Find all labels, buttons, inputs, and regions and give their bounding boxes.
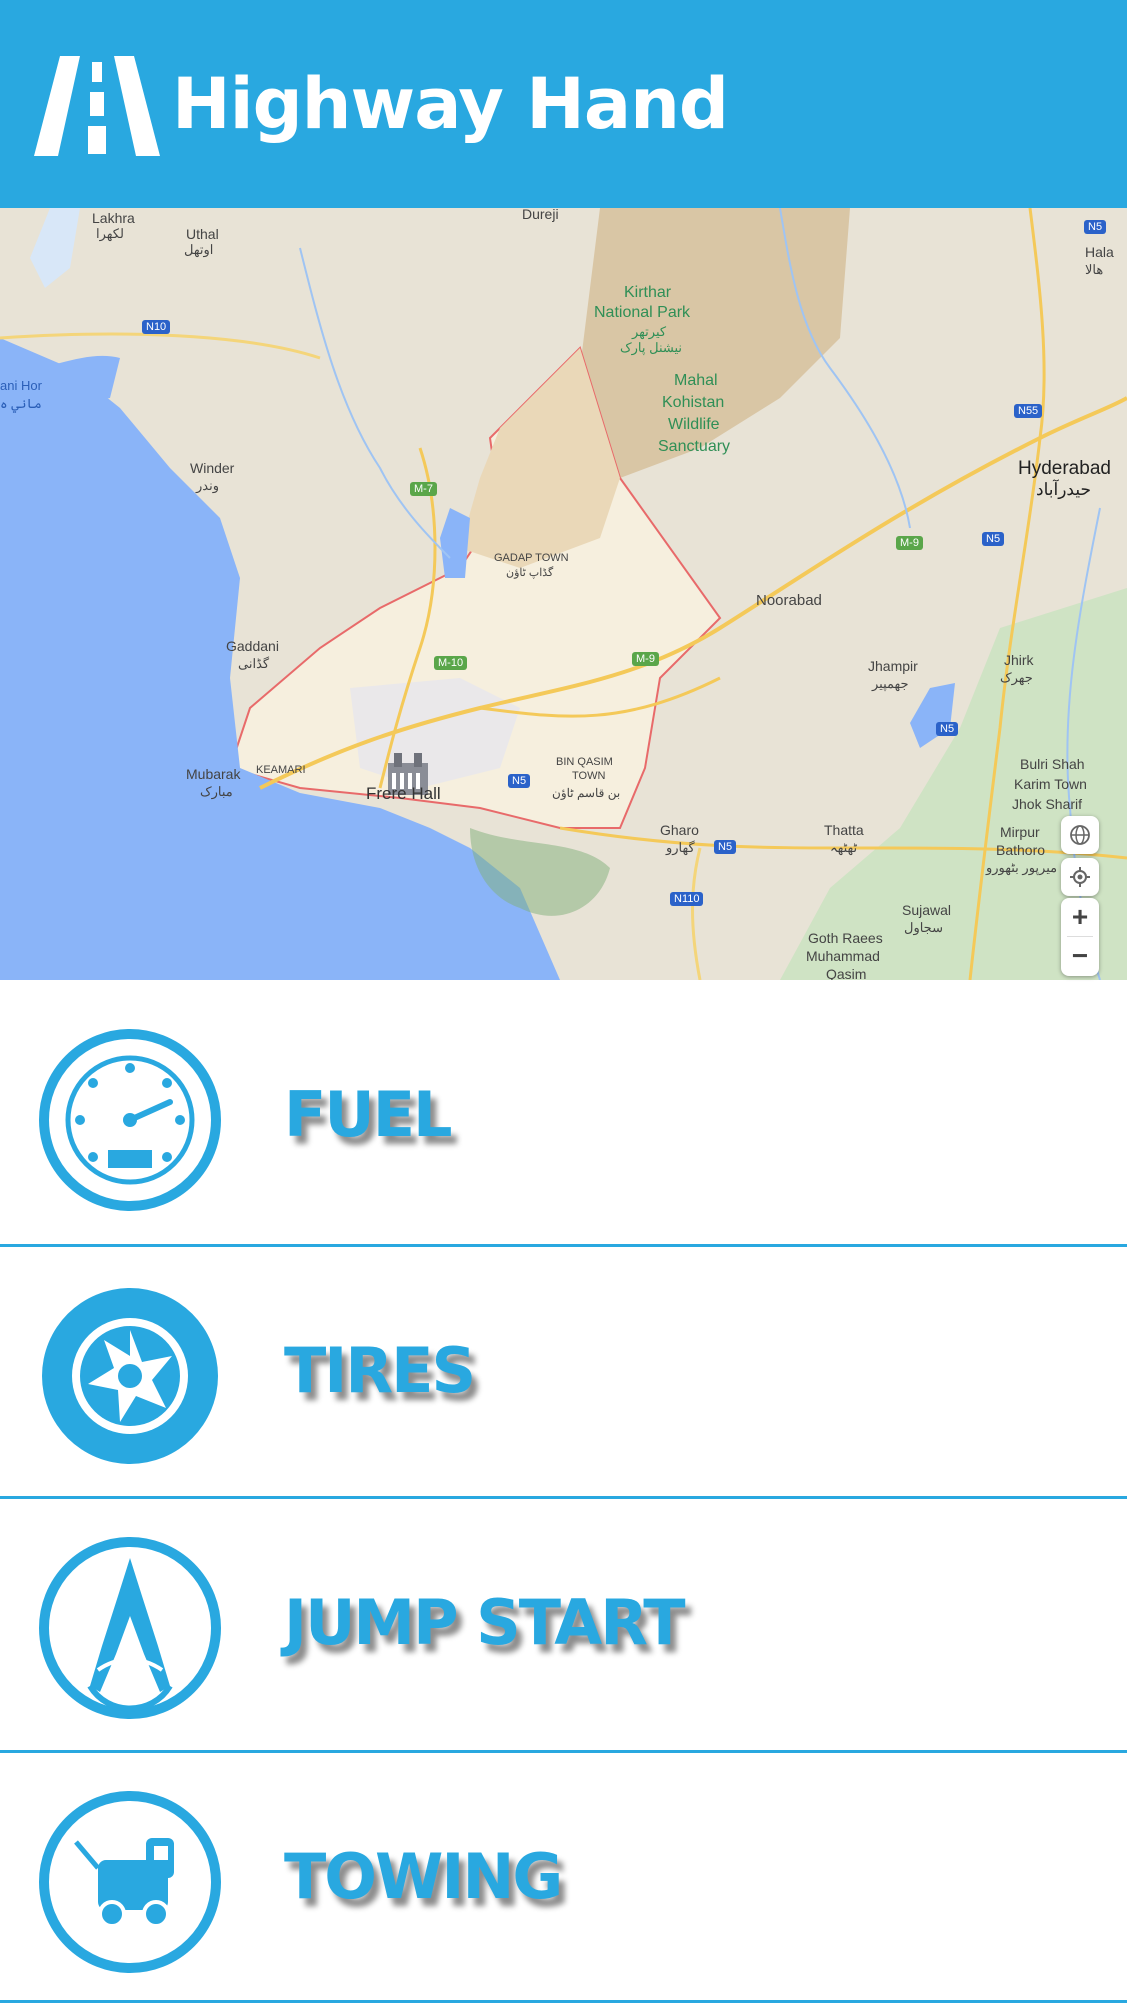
map-label: کیرتھر [632,324,667,339]
map-label: Mubarak [186,766,241,782]
service-label: JUMP START [284,1586,685,1659]
locate-icon[interactable] [1061,858,1099,896]
road-shield: M-10 [434,656,468,670]
app-header: Highway Hand [0,0,1127,208]
map-label: مبارک [200,784,233,799]
road-shield: N5 [714,840,737,854]
map-label: لکھرا [96,226,124,241]
frere-hall-label: Frere Hall [366,784,441,803]
road-shield: N5 [1084,220,1107,234]
map-label: Lakhra [92,210,135,226]
map-label: جھمپیر [872,676,909,691]
map-label: نیشنل پارک [620,340,683,355]
map-label: بن قاسم ٹاؤن [552,786,621,800]
map-label: Goth Raees [808,930,883,946]
map-label: میرپور بٹھورو [986,860,1058,875]
map-label: Winder [190,460,235,476]
road-shield: M-9 [896,536,923,550]
map-label: Jhampir [868,658,918,674]
map-label: Bathoro [996,842,1046,858]
zoom-in-button[interactable]: + [1061,898,1099,936]
map-label: Bulri Shah [1020,756,1085,772]
road-shield: N5 [936,722,959,736]
map-label: Mahal [674,372,718,389]
service-label: TIRES [284,1334,476,1407]
map-label: Jhok Sharif [1012,796,1083,812]
map-label: سجاول [904,920,943,935]
map-label: GADAP TOWN [494,552,569,564]
map-label: وندر [196,478,219,493]
service-fuel[interactable]: FUEL [0,990,1127,1242]
divider [0,2000,1127,2003]
service-tires[interactable]: TIRES [0,1246,1127,1498]
road-shield: M-9 [632,652,659,666]
map-label: حیدرآباد [1036,480,1091,499]
map-label: Dureji [522,208,559,222]
map-label: ٹھٹھہ [830,840,858,855]
map-label: ani Hor [0,378,42,393]
map-label: Hyderabad [1018,458,1111,479]
map-label: Qasim [826,966,867,980]
service-label: FUEL [284,1078,453,1151]
map-label: ماني ہ [0,396,42,411]
map-label: Jhirk [1004,652,1034,668]
road-shield: N10 [142,320,171,334]
map-label: Thatta [824,822,864,838]
road-shield: N110 [670,892,704,906]
map-label: Kohistan [662,394,725,411]
road-shield: N55 [1014,404,1043,418]
map-label: ھالا [1085,262,1104,277]
map-label: Gharo [660,822,699,838]
map-label: TOWN [572,770,606,782]
app-title: Highway Hand [172,63,729,145]
jumper-cables-icon [39,1537,221,1719]
service-jump-start[interactable]: JUMP START [0,1498,1127,1750]
road-shield: M-7 [410,482,437,496]
map-label: جھرک [1000,670,1033,685]
map-label: Muhammad [806,948,880,964]
map-label: Kirthar [624,284,672,301]
road-shield: N5 [982,532,1005,546]
map-label: KEAMARI [256,764,306,776]
map-label: BIN QASIM [556,756,613,768]
highway-logo-icon [34,56,160,156]
tow-truck-icon [39,1791,221,1973]
map-label: Wildlife [668,416,720,433]
globe-icon[interactable] [1061,816,1099,854]
service-label: TOWING [284,1840,563,1913]
map-label: Mirpur [1000,824,1040,840]
map-label: Noorabad [756,592,822,609]
map-label: National Park [594,304,691,321]
map-label: Sanctuary [658,438,731,455]
road-shield: N5 [508,774,531,788]
zoom-out-button[interactable]: − [1061,937,1099,975]
map-label: گڈاپ ٹاؤن [506,567,554,579]
map-label: Hala [1085,244,1114,260]
map-label: اوتھل [184,242,214,257]
map-label: Karim Town [1014,776,1087,792]
tire-icon [42,1288,218,1464]
map-view[interactable]: Lakhra لکھرا Uthal اوتھل Dureji Hala ھال… [0,208,1127,980]
speedometer-icon [39,1029,221,1211]
service-towing[interactable]: TOWING [0,1752,1127,2004]
map-label: گھارو [666,840,695,855]
zoom-control: + − [1061,898,1099,976]
map-label: Sujawal [902,902,952,918]
map-label: گڈانی [238,656,270,671]
map-label: Uthal [186,226,219,242]
map-label: Gaddani [226,638,279,654]
